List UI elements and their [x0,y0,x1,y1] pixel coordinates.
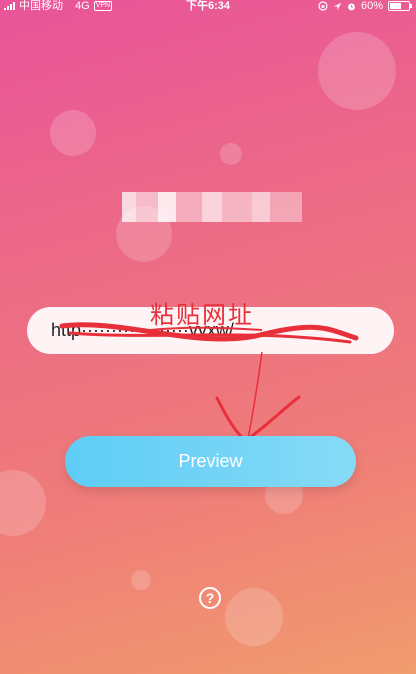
status-right: 60% [318,0,412,12]
arrow-scribble [215,395,301,442]
bokeh-circle [0,470,46,536]
bokeh-circle [50,110,96,156]
status-bar: 中国移动 4G VPN 下午6:34 60% [0,0,416,12]
redacted-title [122,192,302,222]
bokeh-circle [220,143,242,165]
battery-icon [388,1,412,11]
help-circle-icon[interactable]: ? [199,587,221,609]
bokeh-circle [225,588,283,646]
location-arrow-icon [333,2,342,10]
battery-fill [390,3,401,9]
alarm-icon [348,3,355,10]
bokeh-circle [318,32,396,110]
paste-hint-annotation: 粘贴网址 [150,301,254,329]
rotation-lock-icon [318,1,328,11]
bokeh-circle [131,570,151,590]
preview-button[interactable]: Preview [65,436,356,487]
battery-percent: 60% [360,0,383,12]
arrow-scribble [247,351,263,439]
